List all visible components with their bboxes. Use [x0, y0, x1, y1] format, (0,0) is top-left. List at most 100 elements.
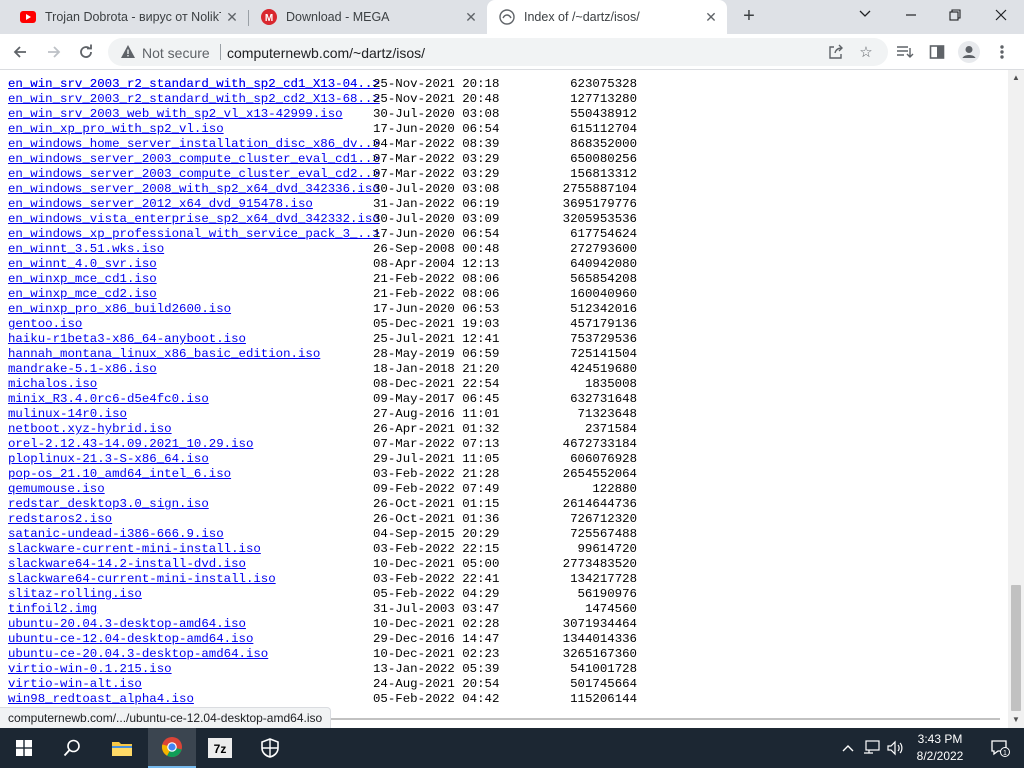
scroll-down-arrow-icon[interactable]: ▼	[1012, 716, 1020, 724]
file-link[interactable]: en_windows_server_2008_with_sp2_x64_dvd_…	[8, 182, 380, 197]
file-link[interactable]: en_windows_server_2003_compute_cluster_e…	[8, 152, 380, 167]
file-link[interactable]: orel-2.12.43-14.09.2021_10.29.iso	[8, 437, 253, 452]
file-link[interactable]: ubuntu-ce-12.04-desktop-amd64.iso	[8, 632, 253, 647]
windows-start-icon[interactable]	[0, 728, 48, 768]
tab-mega[interactable]: M Download - MEGA ✕	[249, 0, 487, 34]
file-link[interactable]: redstar_desktop3.0_sign.iso	[8, 497, 209, 512]
file-link[interactable]: en_windows_xp_professional_with_service_…	[8, 227, 380, 242]
file-row: mulinux-14r0.iso 27-Aug-2016 11:01 7132364…	[8, 407, 637, 422]
file-explorer-icon[interactable]	[98, 728, 146, 768]
reading-list-icon[interactable]	[893, 40, 917, 64]
warning-icon[interactable]	[120, 44, 136, 60]
show-hidden-icons-icon[interactable]	[838, 728, 858, 768]
address-bar[interactable]: Not secure computernewb.com/~dartz/isos/…	[108, 38, 888, 66]
file-link[interactable]: hannah_montana_linux_x86_basic_edition.i…	[8, 347, 320, 362]
file-date: 25-Jul-2021 12:41	[373, 332, 500, 346]
file-date: 31-Jul-2003 03:47	[373, 602, 500, 616]
tab-index-of-isos[interactable]: Index of /~dartz/isos/ ✕	[487, 0, 727, 34]
side-panel-icon[interactable]	[925, 40, 949, 64]
file-link[interactable]: en_windows_vista_enterprise_sp2_x64_dvd_…	[8, 212, 380, 227]
search-icon[interactable]	[48, 728, 96, 768]
file-link[interactable]: en_windows_server_2003_compute_cluster_e…	[8, 167, 380, 182]
reload-button[interactable]	[74, 40, 98, 64]
profile-avatar-icon[interactable]	[957, 40, 981, 64]
minimize-window-icon[interactable]	[888, 0, 934, 30]
horizontal-scrollbar-thumb[interactable]	[330, 718, 1000, 720]
file-link[interactable]: qemumouse.iso	[8, 482, 105, 497]
file-size: 1474560	[584, 602, 637, 616]
file-link[interactable]: slitaz-rolling.iso	[8, 587, 142, 602]
taskbar-clock[interactable]: 3:43 PM 8/2/2022	[905, 731, 975, 765]
file-link[interactable]: virtio-win-alt.iso	[8, 677, 142, 692]
file-link[interactable]: win98_redtoast_alpha4.iso	[8, 692, 194, 707]
file-date: 21-Feb-2022 08:06	[373, 272, 500, 286]
close-tab-icon[interactable]: ✕	[703, 9, 719, 25]
file-link[interactable]: en_windows_home_server_installation_disc…	[8, 137, 380, 152]
security-shield-icon[interactable]	[246, 728, 294, 768]
file-link[interactable]: redstaros2.iso	[8, 512, 112, 527]
file-link[interactable]: slackware64-current-mini-install.iso	[8, 572, 276, 587]
file-row: haiku-r1beta3-x86_64-anyboot.iso 25-Jul-2…	[8, 332, 637, 347]
file-row: win98_redtoast_alpha4.iso 05-Feb-2022 04:…	[8, 692, 637, 707]
file-link[interactable]: en_win_srv_2003_r2_standard_with_sp2_cd1…	[8, 77, 380, 92]
close-tab-icon[interactable]: ✕	[463, 9, 479, 25]
volume-icon[interactable]	[884, 728, 906, 768]
network-icon[interactable]	[860, 728, 884, 768]
file-link[interactable]: en_winxp_pro_x86_build2600.iso	[8, 302, 231, 317]
vertical-scrollbar[interactable]: ▲ ▼	[1008, 70, 1024, 728]
file-size: 615112704	[570, 122, 637, 136]
chrome-icon[interactable]	[148, 728, 196, 768]
file-size: 3265167360	[562, 647, 637, 661]
browser-toolbar: Not secure computernewb.com/~dartz/isos/…	[0, 34, 1024, 70]
forward-button[interactable]	[42, 40, 66, 64]
close-tab-icon[interactable]: ✕	[224, 9, 240, 25]
scrollbar-thumb[interactable]	[1011, 585, 1021, 711]
bookmark-star-icon[interactable]: ☆	[856, 42, 876, 62]
file-link[interactable]: mandrake-5.1-x86.iso	[8, 362, 157, 377]
file-link[interactable]: slackware64-14.2-install-dvd.iso	[8, 557, 246, 572]
menu-kebab-icon[interactable]	[990, 40, 1014, 64]
file-date: 26-Sep-2008 00:48	[373, 242, 500, 256]
file-link[interactable]: pop-os_21.10_amd64_intel_6.iso	[8, 467, 231, 482]
file-link[interactable]: en_winxp_mce_cd2.iso	[8, 287, 157, 302]
file-link[interactable]: gentoo.iso	[8, 317, 82, 332]
file-link[interactable]: en_winxp_mce_cd1.iso	[8, 272, 157, 287]
file-link[interactable]: netboot.xyz-hybrid.iso	[8, 422, 172, 437]
file-row: en_windows_server_2008_with_sp2_x64_dvd_…	[8, 182, 637, 197]
minimize-icon[interactable]	[842, 0, 888, 30]
file-link[interactable]: en_win_srv_2003_web_with_sp2_vl_x13-4299…	[8, 107, 343, 122]
share-icon[interactable]	[826, 42, 846, 62]
file-size: 2371584	[584, 422, 637, 436]
file-link[interactable]: michalos.iso	[8, 377, 97, 392]
file-link[interactable]: satanic-undead-i386-666.9.iso	[8, 527, 224, 542]
back-button[interactable]	[8, 40, 32, 64]
file-date: 03-Feb-2022 22:15	[373, 542, 500, 556]
action-center-icon[interactable]: 1	[980, 728, 1020, 768]
file-link[interactable]: mulinux-14r0.iso	[8, 407, 127, 422]
file-link[interactable]: ploplinux-21.3-S-x86_64.iso	[8, 452, 209, 467]
file-link[interactable]: ubuntu-20.04.3-desktop-amd64.iso	[8, 617, 246, 632]
scroll-up-arrow-icon[interactable]: ▲	[1012, 74, 1020, 82]
tab-title: Download - MEGA	[286, 10, 390, 24]
url-text[interactable]: computernewb.com/~dartz/isos/	[227, 45, 425, 61]
file-date: 26-Oct-2021 01:15	[373, 497, 500, 511]
close-window-icon[interactable]	[978, 0, 1024, 30]
file-date: 21-Feb-2022 08:06	[373, 287, 500, 301]
7zip-icon[interactable]: 7z	[196, 728, 244, 768]
file-link[interactable]: en_winnt_3.51.wks.iso	[8, 242, 164, 257]
file-link[interactable]: haiku-r1beta3-x86_64-anyboot.iso	[8, 332, 246, 347]
tab-youtube[interactable]: Trojan Dobrota - вирус от NolikTV ✕	[8, 0, 248, 34]
file-link[interactable]: minix_R3.4.0rc6-d5e4fc0.iso	[8, 392, 209, 407]
file-row: en_windows_server_2012_x64_dvd_915478.is…	[8, 197, 637, 212]
new-tab-button[interactable]: +	[737, 5, 761, 29]
file-link[interactable]: en_win_srv_2003_r2_standard_with_sp2_cd2…	[8, 92, 380, 107]
file-link[interactable]: en_winnt_4.0_svr.iso	[8, 257, 157, 272]
file-link[interactable]: en_win_xp_pro_with_sp2_vl.iso	[8, 122, 224, 137]
file-link[interactable]: virtio-win-0.1.215.iso	[8, 662, 172, 677]
file-link[interactable]: ubuntu-ce-20.04.3-desktop-amd64.iso	[8, 647, 268, 662]
file-link[interactable]: en_windows_server_2012_x64_dvd_915478.is…	[8, 197, 313, 212]
not-secure-label[interactable]: Not secure	[142, 45, 210, 61]
file-link[interactable]: slackware-current-mini-install.iso	[8, 542, 261, 557]
restore-window-icon[interactable]	[932, 0, 978, 30]
file-link[interactable]: tinfoil2.img	[8, 602, 97, 617]
